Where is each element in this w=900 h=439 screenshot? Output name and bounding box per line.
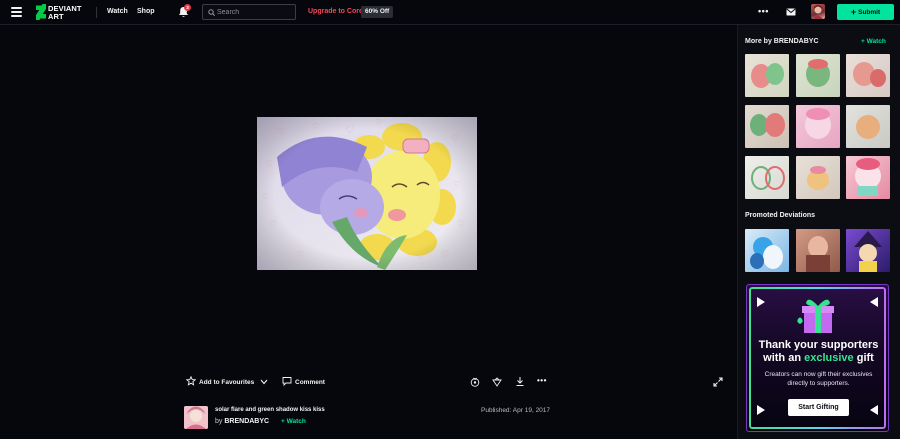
more-by-thumbnail[interactable] [745,156,789,199]
more-by-heading: More by BRENDABYC [745,38,819,45]
upgrade-to-core-link[interactable]: Upgrade to Core [308,8,363,15]
nav-watch-link[interactable]: Watch [107,8,128,15]
search-box[interactable] [202,4,296,20]
ad-heading-text: gift [856,352,874,364]
ad-heading-text: with an [763,352,802,364]
discount-badge: 60% Off [361,6,394,18]
more-by-thumbnail[interactable] [846,105,890,148]
gift-box-icon [797,299,834,333]
comment-button[interactable]: Comment [282,376,325,389]
deviantart-logo[interactable]: DEVIANT ART [35,4,87,21]
logo-mark-icon [757,405,765,415]
thumbnail-image [751,166,785,190]
thumbnail-image [806,59,830,87]
start-gifting-button[interactable]: Start Gifting [788,399,849,416]
artwork-image[interactable]: ♡♡ ♡♡ ♡♡ ♡♡ ♡♡ ♡♡ ♡♡ [257,117,477,270]
badge-icon[interactable] [470,377,480,387]
star-icon [185,375,197,386]
promoted-thumbnail[interactable] [796,229,840,272]
logo-text-line2: ART [48,11,64,21]
top-navigation-bar: DEVIANT ART Watch Shop 3 Upgrade to Core… [0,0,900,25]
thumbnail-image [856,115,880,139]
more-by-thumbnail[interactable] [846,54,890,97]
ad-heading-line1: Thank your supporters [758,339,879,351]
author-name-link[interactable]: BRENDABYC [224,418,269,425]
ad-heading-accent: exclusive [804,352,854,364]
gift-icon[interactable] [492,377,502,387]
add-to-favourites-label: Add to Favourites [199,379,255,386]
deviation-title: solar flare and green shadow kiss kiss [215,407,325,413]
ad-body-text: Creators can now gift their exclusives d… [764,371,873,387]
mail-icon[interactable] [786,8,796,16]
thumbnail-image [807,166,829,190]
deviation-author-line: by BRENDABYC [215,418,269,425]
more-by-thumbnail[interactable] [796,156,840,199]
promoted-deviations-heading: Promoted Deviations [745,212,816,219]
divider [96,7,97,18]
submit-button[interactable]: + Submit [837,4,894,20]
comment-label: Comment [295,379,325,386]
thumbnail-image [806,236,830,272]
add-to-favourites-button[interactable]: Add to Favourites [185,375,255,389]
deviantart-logo-icon [36,4,46,20]
more-actions-icon[interactable]: ••• [537,377,547,385]
download-icon[interactable] [515,376,525,387]
thumbnail-image [853,62,886,87]
thumbnail-image [855,158,881,196]
avatar-image [813,5,823,19]
comment-icon [282,377,292,387]
artwork-drawing: ♡♡ ♡♡ ♡♡ ♡♡ ♡♡ ♡♡ ♡♡ [257,117,477,270]
submit-button-label: Submit [858,9,881,16]
watch-author-button[interactable]: + Watch [281,418,306,425]
thumbnail-image [805,108,831,139]
more-by-thumbnail[interactable] [846,156,890,199]
search-input[interactable] [217,6,293,18]
more-options-icon[interactable]: ••• [758,7,769,16]
notification-count-badge: 3 [184,4,191,11]
thumbnail-image [750,237,783,269]
gift-exclusives-ad[interactable]: Thank your supporters with an exclusive … [746,284,889,432]
fullscreen-icon[interactable] [713,377,723,387]
published-date: Published: Apr 19, 2017 [481,407,551,414]
author-avatar-image [184,406,208,429]
logo-mark-icon [757,297,765,307]
logo-mark-icon [870,297,878,307]
menu-icon[interactable] [11,7,22,17]
logo-mark-icon [870,405,878,415]
more-by-thumbnail[interactable] [745,54,789,97]
thumbnail-image [750,113,785,137]
more-by-thumbnail[interactable] [796,54,840,97]
search-icon [208,9,215,16]
chevron-down-icon[interactable] [260,379,268,385]
thumbnail-image [751,63,784,88]
sidebar-watch-button[interactable]: + Watch [861,38,886,45]
thumbnail-image [854,231,882,272]
ad-heading-line2: with an exclusive gift [747,352,888,365]
user-avatar[interactable] [811,4,825,19]
by-prefix: by [215,418,223,425]
nav-shop-link[interactable]: Shop [137,8,155,15]
more-by-thumbnail[interactable] [796,105,840,148]
promoted-thumbnail[interactable] [846,229,890,272]
promoted-thumbnail[interactable] [745,229,789,272]
author-avatar[interactable] [184,406,208,429]
more-by-thumbnail[interactable] [745,105,789,148]
